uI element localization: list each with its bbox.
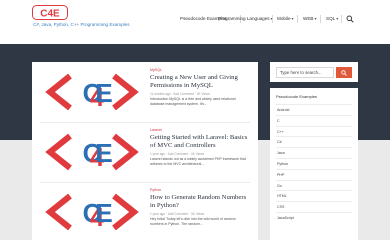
category-item-cpp[interactable]: C++ (276, 125, 352, 137)
divider (40, 122, 250, 123)
post-excerpt: Laravel stands out as a widely acclaimed… (150, 157, 246, 167)
chevron-down-icon: ▾ (336, 16, 339, 21)
post-category[interactable]: MySQL (150, 68, 250, 73)
sidebar-categories: Pseudocode Examples Android C C++ C# Jav… (270, 88, 358, 240)
post-card: C 4 E MySQL Creating a New User and Givi… (40, 68, 252, 124)
category-item-python[interactable]: Python (276, 157, 352, 169)
category-list: Android C C++ C# Java Python PHP Go HTML… (276, 104, 352, 223)
post-title[interactable]: Getting Started with Laravel: Basics of … (150, 134, 250, 150)
top-header: C4E C#, Java, Python, C++ Programming Ex… (0, 0, 390, 44)
post-body: MySQL Creating a New User and Giving Per… (150, 68, 250, 107)
nav-programming-languages[interactable]: Programming Languages▾ (218, 14, 273, 24)
category-item-html[interactable]: HTML (276, 190, 352, 201)
categories-heading[interactable]: Pseudocode Examples (276, 94, 317, 99)
site-logo[interactable]: C4E (32, 5, 68, 20)
post-excerpt: Introduction MySQL is a free and widely … (150, 97, 236, 107)
post-meta: 11 months ago · Add Comment · 2K Views (150, 91, 210, 96)
post-title[interactable]: How to Generate Random Numbers in Python… (150, 194, 250, 210)
post-excerpt: Hey folks! Today let's dive into the wil… (150, 217, 236, 227)
nav-divider (320, 15, 321, 23)
nav-divider (272, 15, 273, 23)
post-card: C 4 E Python How to Generate Random Numb… (40, 188, 252, 240)
svg-text:E: E (95, 78, 112, 108)
search-button[interactable] (336, 67, 352, 78)
post-category[interactable]: Laravel (150, 128, 250, 133)
chevron-down-icon: ▾ (314, 16, 317, 21)
category-item-css[interactable]: CSS (276, 201, 352, 212)
search-input[interactable] (276, 67, 334, 78)
category-item-php[interactable]: PHP (276, 168, 352, 180)
category-item-c[interactable]: C (276, 114, 352, 126)
nav-label: Mobile (277, 16, 291, 21)
search-icon[interactable] (346, 15, 354, 23)
category-item-java[interactable]: Java (276, 147, 352, 158)
category-item-csharp[interactable]: C# (276, 136, 352, 147)
nav-label: WEB (303, 16, 314, 21)
post-category[interactable]: Python (150, 188, 250, 193)
search-icon (341, 70, 347, 76)
nav-label: Programming Languages (218, 16, 270, 21)
svg-text:E: E (95, 198, 112, 228)
post-thumbnail-c4e-logo[interactable]: C 4 E (40, 188, 144, 236)
category-item-javascript[interactable]: JavaScript (276, 211, 352, 223)
posts-list: C 4 E MySQL Creating a New User and Givi… (32, 62, 258, 240)
post-card: C 4 E Laravel Getting Started with Larav… (40, 128, 252, 184)
post-thumbnail-c4e-logo[interactable]: C 4 E (40, 128, 144, 176)
chevron-down-icon: ▾ (291, 16, 294, 21)
post-body: Laravel Getting Started with Laravel: Ba… (150, 128, 250, 167)
post-meta: 1 year ago · Add Comment · 4K Views (150, 151, 205, 156)
post-meta: 1 year ago · Add Comment · 3K Views (150, 211, 205, 216)
nav-label: SQL (326, 16, 336, 21)
sidebar-search-widget (270, 62, 358, 82)
nav-web[interactable]: WEB▾ (303, 14, 316, 24)
nav-mobile[interactable]: Mobile▾ (277, 14, 294, 24)
logo-text: C4E (40, 8, 60, 19)
nav-divider (341, 15, 342, 23)
category-item-go[interactable]: Go (276, 179, 352, 191)
svg-text:E: E (95, 138, 112, 168)
nav-sql[interactable]: SQL▾ (326, 14, 338, 24)
site-tagline: C#, Java, Python, C++ Programming Exampl… (33, 22, 130, 27)
post-title[interactable]: Creating a New User and Giving Permissio… (150, 74, 250, 90)
category-item-android[interactable]: Android (276, 104, 352, 115)
post-thumbnail-c4e-logo[interactable]: C 4 E (40, 68, 144, 116)
nav-divider (297, 15, 298, 23)
divider (40, 182, 250, 183)
post-body: Python How to Generate Random Numbers in… (150, 188, 250, 227)
